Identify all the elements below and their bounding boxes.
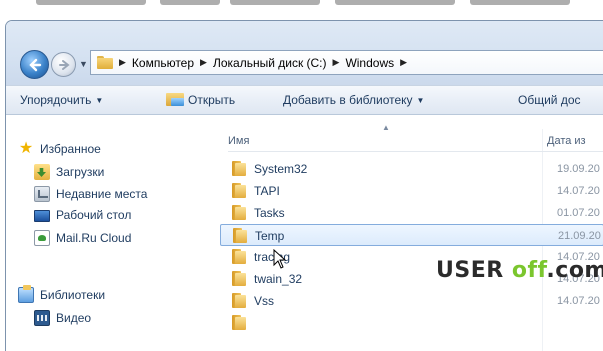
chevron-right-icon[interactable]: ▶ [200,57,207,68]
table-row[interactable]: TAPI 14.07.20 [220,180,603,202]
chevron-down-icon: ▼ [416,95,425,105]
libraries-label: Библиотеки [40,288,106,302]
nav-item-downloads[interactable]: Загрузки [34,164,104,180]
column-header-date[interactable]: Дата из [547,135,586,147]
chevron-down-icon: ▼ [95,95,104,105]
folder-icon [232,315,246,330]
top-strip [0,0,603,20]
forward-button[interactable] [51,52,76,77]
desktop-icon [34,210,50,222]
folder-icon [97,56,113,69]
folder-icon [233,228,247,243]
favorites-header[interactable]: ★ Избранное [18,141,101,157]
clipped-caption-text [335,0,455,5]
file-name: Tasks [254,206,285,220]
nav-item-video[interactable]: Видео [34,310,91,326]
back-button[interactable] [20,50,49,79]
chevron-right-icon[interactable]: ▶ [400,57,407,68]
folder-icon [232,205,246,220]
share-label: Общий дос [518,93,581,107]
watermark-text: off [511,258,547,283]
video-icon [34,310,50,326]
file-date: 19.09.20 [557,163,600,175]
clipped-caption-text [470,0,570,5]
organize-button[interactable]: Упорядочить ▼ [20,93,103,107]
folder-icon [232,161,246,176]
downloads-icon [34,164,50,180]
navigation-pane: ★ Избранное Загрузки Недавние места Рабо… [6,115,212,351]
organize-label: Упорядочить [20,93,92,107]
favorites-label: Избранное [40,142,101,156]
chevron-right-icon[interactable]: ▶ [119,57,126,68]
breadcrumb-local-disk[interactable]: Локальный диск (C:) [213,56,327,70]
libraries-header[interactable]: Библиотеки [18,285,106,303]
file-date: 01.07.20 [557,207,600,219]
navigation-bar: ▼ ▶ Компьютер ▶ Локальный диск (C:) ▶ Wi… [6,21,603,85]
table-row-selected[interactable]: Temp 21.09.20 [220,224,603,246]
file-date: 14.07.20 [557,185,600,197]
file-name: twain_32 [254,272,303,286]
folder-icon [232,293,246,308]
clipped-caption-text [160,0,220,5]
nav-item-label: Рабочий стол [56,208,132,222]
file-list: ▲ Имя Дата из System32 19.09.20 TAPI 14.… [212,115,603,351]
file-name: Vss [254,294,275,308]
open-label: Открыть [188,93,236,107]
clipped-caption-text [36,0,146,5]
nav-item-label: Загрузки [56,165,105,179]
nav-item-label: Видео [56,311,92,325]
nav-item-mailru-cloud[interactable]: Mail.Ru Cloud [34,230,131,246]
share-button[interactable]: Общий дос [518,93,581,107]
forward-arrow-icon [58,59,70,70]
breadcrumb-windows[interactable]: Windows [345,56,394,70]
open-icon [166,93,184,107]
header-divider [228,151,603,152]
sort-ascending-icon: ▲ [382,123,390,132]
breadcrumb-computer[interactable]: Компьютер [132,56,194,70]
add-to-library-button[interactable]: Добавить в библиотеку ▼ [283,93,424,107]
star-icon: ★ [18,140,34,157]
nav-item-label: Mail.Ru Cloud [56,231,132,245]
file-name: Temp [255,229,285,243]
recent-pages-dropdown[interactable]: ▼ [79,59,88,69]
libraries-icon [18,285,34,303]
table-row[interactable]: Vss 14.07.20 [220,290,603,312]
file-date: 14.07.20 [557,295,600,307]
nav-item-label: Недавние места [56,187,148,201]
nav-item-desktop[interactable]: Рабочий стол [34,208,131,222]
folder-icon [232,183,246,198]
file-name: TAPI [254,184,280,198]
file-name: System32 [254,162,308,176]
folder-icon [232,271,246,286]
mouse-cursor-icon [273,249,287,269]
command-toolbar: Упорядочить ▼ Открыть Добавить в библиот… [6,85,603,115]
cloud-icon [34,230,50,246]
chevron-right-icon[interactable]: ▶ [333,57,340,68]
table-row-partial[interactable] [220,312,603,334]
watermark-text: .com [546,258,603,283]
clipped-caption-text [230,0,320,5]
file-date: 21.09.20 [558,230,601,242]
watermark-logo: USER off.com [436,258,603,283]
open-button[interactable]: Открыть [166,93,235,107]
table-row[interactable]: Tasks 01.07.20 [220,202,603,224]
address-bar[interactable]: ▶ Компьютер ▶ Локальный диск (C:) ▶ Wind… [90,50,603,75]
back-arrow-icon [28,58,41,71]
column-header-name[interactable]: Имя [228,135,249,147]
nav-item-recent-places[interactable]: Недавние места [34,186,147,202]
table-row[interactable]: System32 19.09.20 [220,158,603,180]
recent-places-icon [34,186,50,202]
add-to-library-label: Добавить в библиотеку [283,93,413,107]
watermark-text: USER [436,258,504,283]
folder-icon [232,249,246,264]
explorer-window: ▼ ▶ Компьютер ▶ Локальный диск (C:) ▶ Wi… [5,20,603,351]
